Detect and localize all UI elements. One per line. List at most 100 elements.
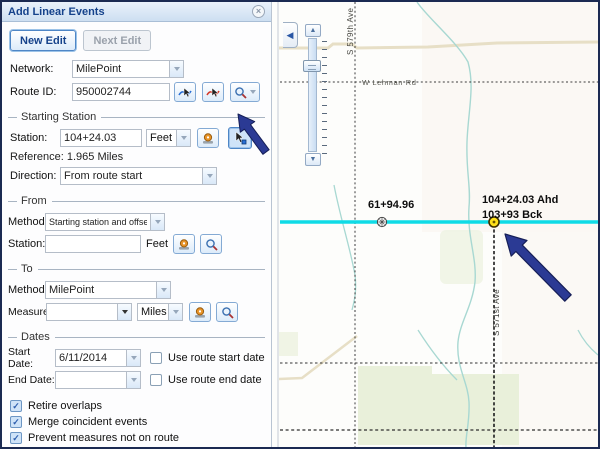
route-search-menu-button[interactable] xyxy=(230,82,260,102)
from-station-unit: Feet xyxy=(146,238,168,250)
pick-station-on-map-button[interactable] xyxy=(228,127,252,149)
use-route-end-date-checkbox[interactable] xyxy=(150,374,162,386)
use-route-start-date-checkbox[interactable] xyxy=(150,352,162,364)
panel-header: Add Linear Events × xyxy=(2,2,271,22)
from-method-label: Method: xyxy=(8,216,45,228)
pick-station-icon xyxy=(233,131,247,145)
use-route-end-date-label: Use route end date xyxy=(168,374,262,386)
close-icon[interactable]: × xyxy=(252,5,265,18)
network-combo[interactable] xyxy=(72,60,170,78)
new-edit-button[interactable]: New Edit xyxy=(10,30,76,51)
chevron-down-icon xyxy=(122,310,128,314)
chevron-down-icon xyxy=(173,310,179,314)
starting-station-input[interactable] xyxy=(60,129,142,147)
magnifier-icon xyxy=(205,238,218,251)
prevent-measures-label: Prevent measures not on route xyxy=(28,432,179,444)
zoom-slider-handle[interactable] xyxy=(303,60,321,72)
zoom-slider-ticks xyxy=(322,41,327,154)
field-polygon xyxy=(358,366,519,445)
station-unit-trigger[interactable] xyxy=(177,129,191,147)
end-date-row: End Date: Use route end date xyxy=(8,370,265,390)
to-method-label: Method: xyxy=(8,284,45,296)
to-measure-combo[interactable] xyxy=(46,303,118,321)
zoom-out-button[interactable]: ▼ xyxy=(305,153,321,166)
chevron-down-icon xyxy=(131,356,137,360)
field-polygon xyxy=(279,332,298,356)
direction-combo[interactable] xyxy=(60,167,203,185)
creek-line xyxy=(334,185,356,310)
to-legend: To xyxy=(8,263,265,275)
direction-row: Direction: xyxy=(10,166,263,186)
station-datum-button[interactable] xyxy=(197,128,219,148)
route-id-row: Route ID: xyxy=(10,82,263,102)
from-station-label: Station: xyxy=(8,238,45,250)
from-station-input[interactable] xyxy=(45,235,141,253)
start-date-trigger[interactable] xyxy=(127,349,141,367)
edit-toolbar: New Edit Next Edit xyxy=(10,30,263,51)
from-legend: From xyxy=(8,195,265,207)
network-dropdown-trigger[interactable] xyxy=(170,60,184,78)
merge-coincident-option: ✓ Merge coincident events xyxy=(10,415,263,429)
from-method-row: Method: xyxy=(8,212,265,232)
panel-title: Add Linear Events xyxy=(8,6,252,18)
station-unit-value: Feet xyxy=(146,129,177,147)
chevron-down-icon xyxy=(207,174,213,178)
to-method-combo[interactable] xyxy=(45,281,157,299)
measure-label-ahead: 104+24.03 Ahd xyxy=(482,194,558,206)
route-id-label: Route ID: xyxy=(10,86,72,98)
edit-options: ✓ Retire overlaps ✓ Merge coincident eve… xyxy=(10,399,263,445)
datum-point-icon xyxy=(193,306,207,319)
chevron-down-icon xyxy=(250,90,256,94)
to-method-row: Method: xyxy=(8,280,265,300)
to-datum-button[interactable] xyxy=(189,302,211,322)
to-measure-unit: Miles xyxy=(137,303,169,321)
measure-label-back: 103+93 Bck xyxy=(482,209,543,221)
end-date-input[interactable] xyxy=(55,371,127,389)
retire-overlaps-checkbox[interactable]: ✓ xyxy=(10,400,22,412)
prevent-measures-option: ✓ Prevent measures not on route xyxy=(10,431,263,445)
merge-coincident-checkbox[interactable]: ✓ xyxy=(10,416,22,428)
chevron-down-icon xyxy=(155,220,161,224)
select-route-on-map-button[interactable] xyxy=(174,82,196,102)
prevent-measures-checkbox[interactable]: ✓ xyxy=(10,432,22,444)
to-measure-row: Measure: Miles xyxy=(8,302,265,322)
clear-route-selection-button[interactable] xyxy=(202,82,224,102)
to-unit-trigger[interactable] xyxy=(169,303,183,321)
to-measure-label: Measure: xyxy=(8,306,46,318)
from-method-trigger[interactable] xyxy=(151,213,165,231)
zoom-slider-track[interactable] xyxy=(308,38,317,152)
direction-dropdown-trigger[interactable] xyxy=(203,167,217,185)
zoom-in-button[interactable]: ▲ xyxy=(305,24,321,37)
magnifier-icon xyxy=(234,86,247,99)
network-row: Network: xyxy=(10,59,263,79)
chevron-down-icon xyxy=(131,378,137,382)
datum-point-icon xyxy=(201,132,215,145)
dates-legend: Dates xyxy=(8,331,265,343)
chevron-down-icon xyxy=(161,288,167,292)
chevron-down-icon xyxy=(181,136,187,140)
to-search-button[interactable] xyxy=(216,302,238,322)
panel-collapse-button[interactable]: ◀ xyxy=(283,22,298,48)
add-linear-events-panel: Add Linear Events × New Edit Next Edit N… xyxy=(2,2,272,447)
end-date-trigger[interactable] xyxy=(127,371,141,389)
map-view[interactable]: 61+94.96 104+24.03 Ahd 103+93 Bck W Lehm… xyxy=(272,2,598,447)
start-date-input[interactable] xyxy=(55,349,127,367)
direction-label: Direction: xyxy=(10,170,60,182)
to-method-trigger[interactable] xyxy=(157,281,171,299)
road-label-vertical-right: S 571st Ave xyxy=(492,289,501,336)
station-label: Station: xyxy=(10,132,60,144)
from-datum-button[interactable] xyxy=(173,234,195,254)
starting-station-row: Station: Feet xyxy=(10,128,263,148)
to-measure-trigger[interactable] xyxy=(118,303,132,321)
road-label-vertical-top: S 579th Ave xyxy=(346,7,355,55)
use-route-start-date-label: Use route start date xyxy=(168,352,265,364)
retire-overlaps-option: ✓ Retire overlaps xyxy=(10,399,263,413)
from-search-button[interactable] xyxy=(200,234,222,254)
from-station-row: Station: Feet xyxy=(8,234,265,254)
end-date-label: End Date: xyxy=(8,374,55,386)
start-date-row: Start Date: Use route start date xyxy=(8,348,265,368)
magnifier-icon xyxy=(221,306,234,319)
starting-station-legend: Starting Station xyxy=(8,111,265,123)
route-id-input[interactable] xyxy=(72,83,170,101)
from-method-combo[interactable] xyxy=(45,213,151,231)
